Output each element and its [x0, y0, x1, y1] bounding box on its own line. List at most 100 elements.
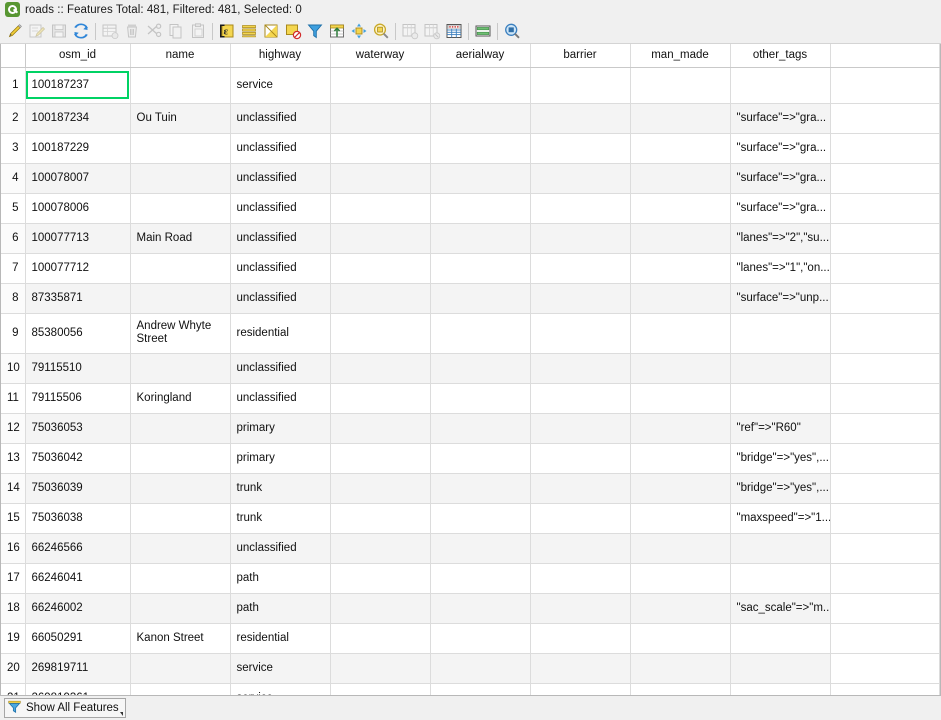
column-header-barrier[interactable]: barrier — [530, 44, 631, 68]
cell-highway[interactable]: unclassified — [230, 533, 331, 564]
cell-other_tags[interactable] — [730, 623, 831, 654]
cell-highway[interactable]: trunk — [230, 473, 331, 504]
cell-name[interactable] — [130, 653, 231, 684]
cell-name[interactable] — [130, 683, 231, 695]
cell-highway[interactable]: service — [230, 653, 331, 684]
invert-selection-button[interactable] — [260, 20, 282, 42]
cell-barrier[interactable] — [530, 353, 631, 384]
conditional-formatting-button[interactable] — [472, 20, 494, 42]
cell-highway[interactable]: service — [230, 67, 331, 104]
cell-aerialway[interactable] — [430, 533, 531, 564]
cell-name[interactable] — [130, 67, 231, 104]
row-number-header[interactable]: 19 — [1, 623, 26, 654]
zoom-map-to-selection-button[interactable] — [370, 20, 392, 42]
cell-barrier[interactable] — [530, 593, 631, 624]
cell-name[interactable] — [130, 163, 231, 194]
cell-waterway[interactable] — [330, 313, 431, 354]
row-number-header[interactable]: 5 — [1, 193, 26, 224]
cell-name[interactable] — [130, 283, 231, 314]
table-row[interactable]: 2 100187234 Ou Tuin unclassified "surface"=>… — [1, 103, 940, 134]
cell-highway[interactable]: unclassified — [230, 383, 331, 414]
toggle-editing-button[interactable] — [4, 20, 26, 42]
cell-name[interactable] — [130, 563, 231, 594]
cell-barrier[interactable] — [530, 193, 631, 224]
cell-other_tags[interactable]: "surface"=>"gra... — [730, 103, 831, 134]
table-row[interactable]: 14 75036039 trunk "bridge"=>"yes",... — [1, 473, 940, 504]
cell-barrier[interactable] — [530, 653, 631, 684]
cell-man_made[interactable] — [630, 313, 731, 354]
cell-other_tags[interactable] — [730, 533, 831, 564]
cell-name[interactable]: Main Road — [130, 223, 231, 254]
table-row[interactable]: 13 75036042 primary "bridge"=>"yes",... — [1, 443, 940, 474]
cell-osm_id[interactable]: 75036038 — [25, 503, 131, 534]
row-number-header[interactable]: 21 — [1, 683, 26, 695]
cell-highway[interactable]: trunk — [230, 503, 331, 534]
cell-osm_id[interactable]: 100077713 — [25, 223, 131, 254]
row-number-header[interactable]: 1 — [1, 67, 26, 104]
row-number-header[interactable]: 13 — [1, 443, 26, 474]
cell-highway[interactable]: unclassified — [230, 193, 331, 224]
cell-highway[interactable]: unclassified — [230, 163, 331, 194]
cell-waterway[interactable] — [330, 413, 431, 444]
cell-osm_id[interactable]: 79115506 — [25, 383, 131, 414]
cell-other_tags[interactable] — [730, 313, 831, 354]
cell-waterway[interactable] — [330, 653, 431, 684]
table-row[interactable]: 18 66246002 path "sac_scale"=>"m... — [1, 593, 940, 624]
cell-barrier[interactable] — [530, 103, 631, 134]
cell-other_tags[interactable]: "ref"=>"R60" — [730, 413, 831, 444]
column-header-aerialway[interactable]: aerialway — [430, 44, 531, 68]
reload-table-button[interactable] — [70, 20, 92, 42]
cell-waterway[interactable] — [330, 443, 431, 474]
row-number-header[interactable]: 6 — [1, 223, 26, 254]
table-row[interactable]: 16 66246566 unclassified — [1, 533, 940, 564]
cell-name[interactable] — [130, 253, 231, 284]
column-header-osm_id[interactable]: osm_id — [25, 44, 131, 68]
cell-barrier[interactable] — [530, 563, 631, 594]
cell-aerialway[interactable] — [430, 353, 531, 384]
cell-aerialway[interactable] — [430, 313, 531, 354]
cell-osm_id[interactable]: 269819361 — [25, 683, 131, 695]
multi-edit-button[interactable] — [26, 20, 48, 42]
cell-man_made[interactable] — [630, 533, 731, 564]
cell-other_tags[interactable] — [730, 383, 831, 414]
deselect-all-button[interactable] — [282, 20, 304, 42]
cell-barrier[interactable] — [530, 533, 631, 564]
new-attribute-button[interactable] — [399, 20, 421, 42]
cell-name[interactable] — [130, 353, 231, 384]
cell-osm_id[interactable]: 100077712 — [25, 253, 131, 284]
cell-man_made[interactable] — [630, 163, 731, 194]
cell-aerialway[interactable] — [430, 133, 531, 164]
cell-waterway[interactable] — [330, 103, 431, 134]
cell-waterway[interactable] — [330, 253, 431, 284]
open-form-view-button[interactable] — [501, 20, 523, 42]
cell-other_tags[interactable] — [730, 67, 831, 104]
cell-aerialway[interactable] — [430, 103, 531, 134]
cell-waterway[interactable] — [330, 623, 431, 654]
delete-attribute-button[interactable] — [421, 20, 443, 42]
cell-man_made[interactable] — [630, 653, 731, 684]
cell-name[interactable]: Kanon Street — [130, 623, 231, 654]
cell-waterway[interactable] — [330, 163, 431, 194]
cell-highway[interactable]: service — [230, 683, 331, 695]
cell-waterway[interactable] — [330, 683, 431, 695]
row-number-header[interactable]: 8 — [1, 283, 26, 314]
cell-barrier[interactable] — [530, 473, 631, 504]
cell-aerialway[interactable] — [430, 623, 531, 654]
cell-other_tags[interactable]: "sac_scale"=>"m... — [730, 593, 831, 624]
cell-osm_id[interactable]: 100187234 — [25, 103, 131, 134]
cell-barrier[interactable] — [530, 163, 631, 194]
cell-waterway[interactable] — [330, 223, 431, 254]
cell-aerialway[interactable] — [430, 683, 531, 695]
cell-man_made[interactable] — [630, 253, 731, 284]
column-header-other_tags[interactable]: other_tags — [730, 44, 831, 68]
cell-highway[interactable]: primary — [230, 443, 331, 474]
cell-man_made[interactable] — [630, 383, 731, 414]
cut-features-button[interactable] — [143, 20, 165, 42]
cell-highway[interactable]: unclassified — [230, 103, 331, 134]
show-all-features-button[interactable]: Show All Features — [4, 698, 126, 718]
cell-man_made[interactable] — [630, 103, 731, 134]
cell-barrier[interactable] — [530, 683, 631, 695]
cell-other_tags[interactable] — [730, 563, 831, 594]
cell-osm_id[interactable]: 100078007 — [25, 163, 131, 194]
cell-name[interactable] — [130, 413, 231, 444]
